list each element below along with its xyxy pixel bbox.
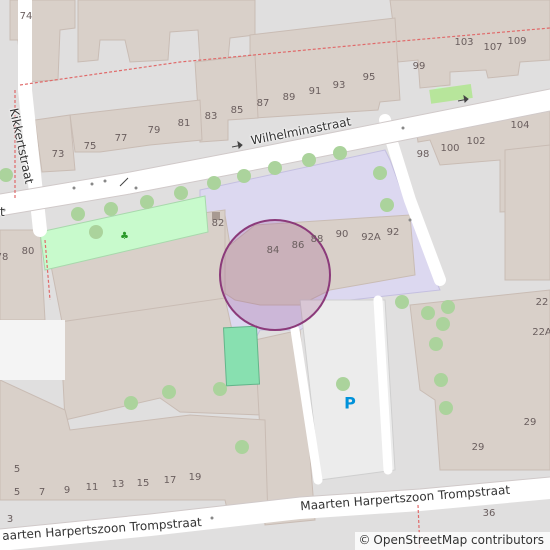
house-number: 103	[454, 37, 474, 48]
map-attribution: © OpenStreetMap contributors	[354, 532, 550, 550]
map-viewport[interactable]: ♣ 74 103 107 109 99 95 93 91 89 87 85 83 81 79 77 75 73 1…	[0, 0, 550, 550]
street-label-edge: t	[0, 205, 5, 219]
house-number: 3	[6, 514, 14, 525]
house-number: 9	[63, 485, 71, 496]
house-number: 29	[523, 417, 537, 428]
house-number: 84	[266, 245, 280, 256]
house-number: 77	[114, 133, 128, 144]
house-number: 29	[471, 442, 485, 453]
house-number: 19	[188, 472, 202, 483]
house-number: 88	[310, 234, 324, 245]
house-number: 102	[466, 136, 486, 147]
house-number: 17	[163, 475, 177, 486]
house-number: 92A	[361, 232, 381, 243]
house-number: 100	[440, 143, 460, 154]
house-number: 87	[256, 98, 270, 109]
house-number: 109	[507, 36, 527, 47]
house-number: 95	[362, 72, 376, 83]
house-number: 79	[147, 125, 161, 136]
house-number: 36	[482, 508, 496, 519]
house-number: 85	[230, 105, 244, 116]
house-number: 22	[535, 297, 549, 308]
map-base-layer: ♣	[0, 0, 550, 550]
house-number: 89	[282, 92, 296, 103]
house-number: 22A	[532, 327, 550, 338]
house-number: 13	[111, 479, 125, 490]
house-number: 83	[204, 111, 218, 122]
house-number: 80	[21, 246, 35, 257]
house-number: 91	[308, 86, 322, 97]
sports-pitch	[222, 325, 261, 387]
house-number: 99	[412, 61, 426, 72]
house-number: 11	[85, 482, 99, 493]
house-number: 7	[38, 487, 46, 498]
house-number: 5	[13, 464, 21, 475]
house-number: 98	[416, 149, 430, 160]
house-number: 107	[483, 42, 503, 53]
house-number: 81	[177, 118, 191, 129]
open-space	[0, 320, 65, 380]
house-number: 92	[386, 227, 400, 238]
house-number: 75	[83, 141, 97, 152]
house-number: 82	[211, 218, 225, 229]
house-number: 78	[0, 252, 9, 263]
svg-text:♣: ♣	[120, 231, 129, 242]
attribution-link[interactable]: OpenStreetMap contributors	[373, 533, 544, 547]
house-number: 5	[13, 487, 21, 498]
house-number: 15	[136, 478, 150, 489]
house-number: 90	[335, 229, 349, 240]
house-number: 74	[19, 11, 33, 22]
house-number: 104	[510, 120, 530, 131]
house-number: 73	[51, 149, 65, 160]
parking-icon: P	[344, 393, 356, 413]
copyright-icon: ©	[358, 533, 371, 547]
house-number: 93	[332, 80, 346, 91]
house-number: 86	[291, 240, 305, 251]
